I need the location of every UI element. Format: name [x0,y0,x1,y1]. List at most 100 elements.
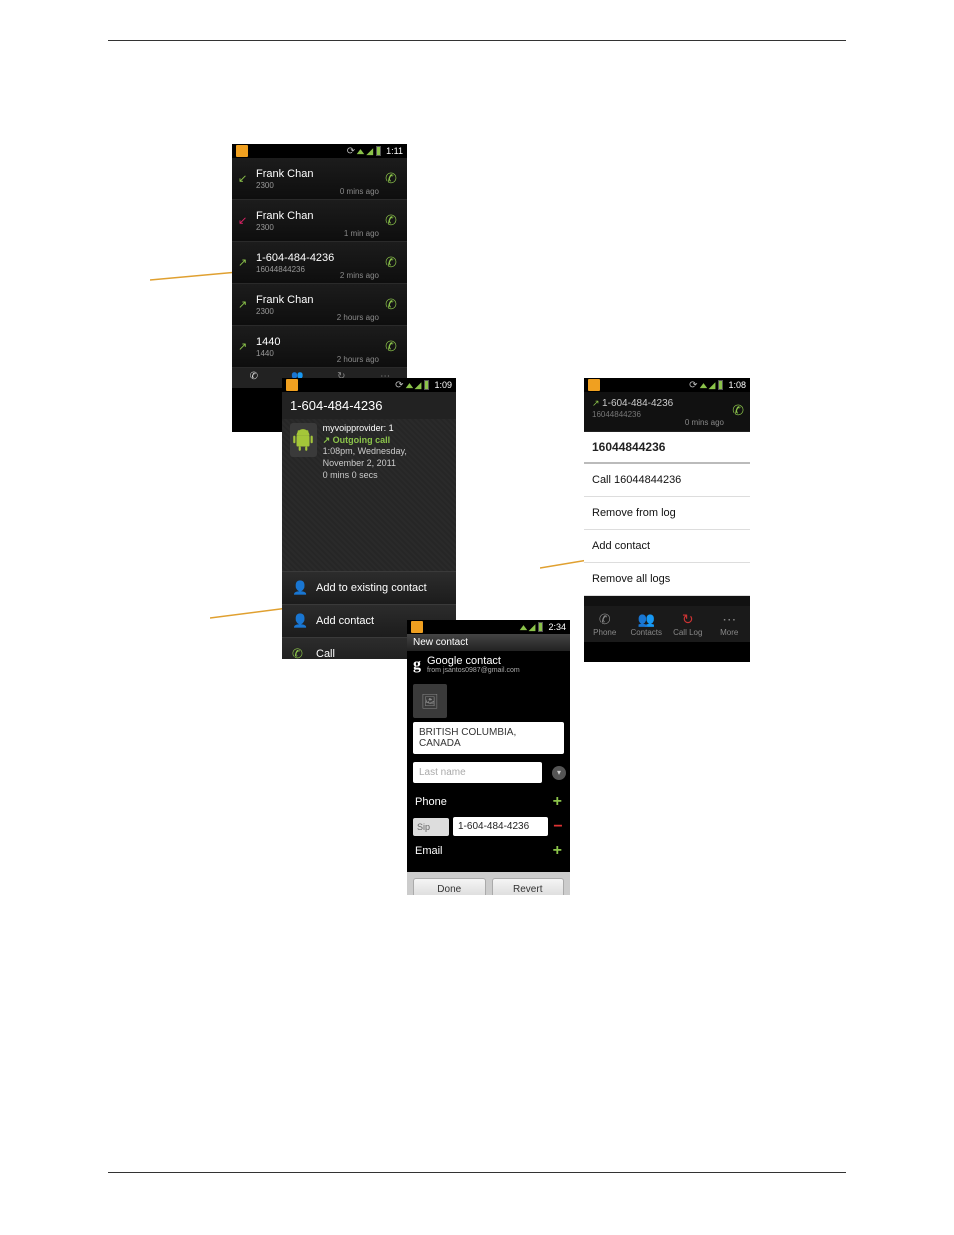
call-log-row[interactable]: ↗ 1440 1440 2 hours ago ✆ [232,326,407,368]
call-button-icon[interactable]: ✆ [381,170,401,187]
button-bar: Done Revert [407,872,570,895]
app-notification-icon [411,621,423,633]
call-log-ago: 2 hours ago [337,355,379,364]
phone-value-field[interactable]: 1-604-484-4236 [453,817,548,836]
wifi-icon [701,380,706,391]
detail-duration: 0 mins 0 secs [323,470,448,482]
detail-provider: myvoipprovider: 1 [323,423,448,435]
signal-icon [709,380,716,391]
tab-phone-icon[interactable]: ✆ [232,368,276,388]
google-contact-label: Google contact [427,655,520,667]
section-phone: Phone + [407,787,570,817]
popup-title: 16044844236 [584,432,750,464]
detail-call-type: Outgoing call [323,435,448,447]
tab-label: Contacts [630,628,662,637]
screenshot-new-contact: 2:34 New contact g Google contact from j… [407,620,570,895]
call-button-icon[interactable]: ✆ [381,212,401,229]
call-button-icon[interactable]: ✆ [381,338,401,355]
expand-name-icon[interactable]: ▾ [552,766,566,780]
tab-contacts[interactable]: 👥Contacts [626,611,668,637]
call-log-row[interactable]: ↗ 1-604-484-4236 16044844236 2 mins ago … [232,242,407,284]
call-log-row[interactable]: ↗ Frank Chan 2300 2 hours ago ✆ [232,284,407,326]
arrow-to-call-log-entry [150,260,240,290]
more-icon: ⋯ [709,611,751,628]
action-label: Call [316,648,335,659]
remove-phone-icon[interactable]: − [552,818,564,836]
last-name-placeholder: Last name [419,767,466,778]
status-bar: 1:09 [282,378,456,392]
arrow-to-add-contact-detail [210,590,290,620]
google-from-label: from jsantos0987@gmail.com [427,667,520,674]
tab-more[interactable]: ⋯More [709,611,751,637]
battery-icon [424,380,429,390]
signal-icon [529,622,536,633]
call-log-row-dimmed: 1-604-484-4236 16044844236 0 mins ago ✆ [584,392,750,432]
call-button-icon[interactable]: ✆ [381,254,401,271]
signal-icon [366,146,373,157]
add-to-existing-contact-row[interactable]: 👤 Add to existing contact [282,571,456,604]
battery-icon [718,380,723,390]
android-avatar-icon [290,423,317,457]
popup-item-call[interactable]: Call 16044844236 [584,464,750,497]
first-name-field[interactable]: BRITISH COLUMBIA, CANADA [413,722,564,754]
call-outgoing-icon: ↗ [238,298,252,312]
google-g-icon: g [413,656,421,674]
google-contact-header: g Google contact from jsantos0987@gmail.… [407,651,570,680]
screenshot-longpress-popup: 1:08 1-604-484-4236 16044844236 0 mins a… [584,378,750,662]
contacts-icon: 👥 [626,611,668,628]
status-time: 1:11 [384,146,403,156]
popup-item-add-contact[interactable]: Add contact [584,530,750,563]
call-log-name: 1-604-484-4236 [256,252,381,264]
wifi-icon [358,146,363,157]
action-label: Add contact [316,615,374,627]
app-notification-icon [588,379,600,391]
popup-item-remove-all[interactable]: Remove all logs [584,563,750,596]
call-incoming-icon: ↙ [238,172,252,186]
status-bar: 1:08 [584,378,750,392]
call-log-ago: 2 hours ago [337,313,379,322]
phone-icon: ✆ [292,646,308,659]
detail-spacer [282,491,456,571]
call-log-ago: 1 min ago [344,229,379,238]
call-log-row[interactable]: ↙ Frank Chan 2300 0 mins ago ✆ [232,158,407,200]
calllog-icon: ↻ [667,611,709,628]
app-notification-icon [286,379,298,391]
popup-item-remove[interactable]: Remove from log [584,497,750,530]
call-detail-block: myvoipprovider: 1 Outgoing call 1:08pm, … [282,419,456,491]
wifi-icon [521,622,526,633]
add-phone-icon[interactable]: + [553,793,562,811]
call-log-name: Frank Chan [256,168,381,180]
first-name-value: BRITISH COLUMBIA, CANADA [419,727,516,749]
tab-label: Call Log [673,628,702,637]
row-ago: 0 mins ago [685,418,724,427]
tab-phone[interactable]: ✆Phone [584,611,626,637]
sync-icon [689,380,697,391]
add-email-icon[interactable]: + [553,842,562,860]
phone-entry-row: Sip 1-604-484-4236 − [407,817,570,836]
call-button-icon: ✆ [732,402,744,419]
arrow-to-add-contact-popup [540,550,590,570]
detail-timestamp: 1:08pm, Wednesday, November 2, 2011 [323,446,448,469]
call-log-row[interactable]: ↙ Frank Chan 2300 1 min ago ✆ [232,200,407,242]
status-bar: 1:11 [232,144,407,158]
done-button[interactable]: Done [413,878,486,895]
context-menu: 16044844236 Call 16044844236 Remove from… [584,432,750,596]
call-button-icon[interactable]: ✆ [381,296,401,313]
tab-label: Phone [593,628,616,637]
action-label: Add to existing contact [316,582,427,594]
signal-icon [415,380,422,391]
battery-icon [538,622,543,632]
call-log-name: 1440 [256,336,381,348]
call-missed-icon: ↙ [238,214,252,228]
phone-icon: ✆ [584,611,626,628]
contact-photo-placeholder[interactable]: 🖼 [413,684,447,718]
call-log-name: Frank Chan [256,294,381,306]
revert-button[interactable]: Revert [492,878,565,895]
battery-icon [376,146,381,156]
call-outgoing-icon: ↗ [238,340,252,354]
status-time: 2:34 [546,622,566,632]
section-phone-label: Phone [415,796,447,808]
tab-calllog[interactable]: ↻Call Log [667,611,709,637]
last-name-field[interactable]: Last name [413,762,542,783]
phone-type-select[interactable]: Sip [413,818,449,836]
